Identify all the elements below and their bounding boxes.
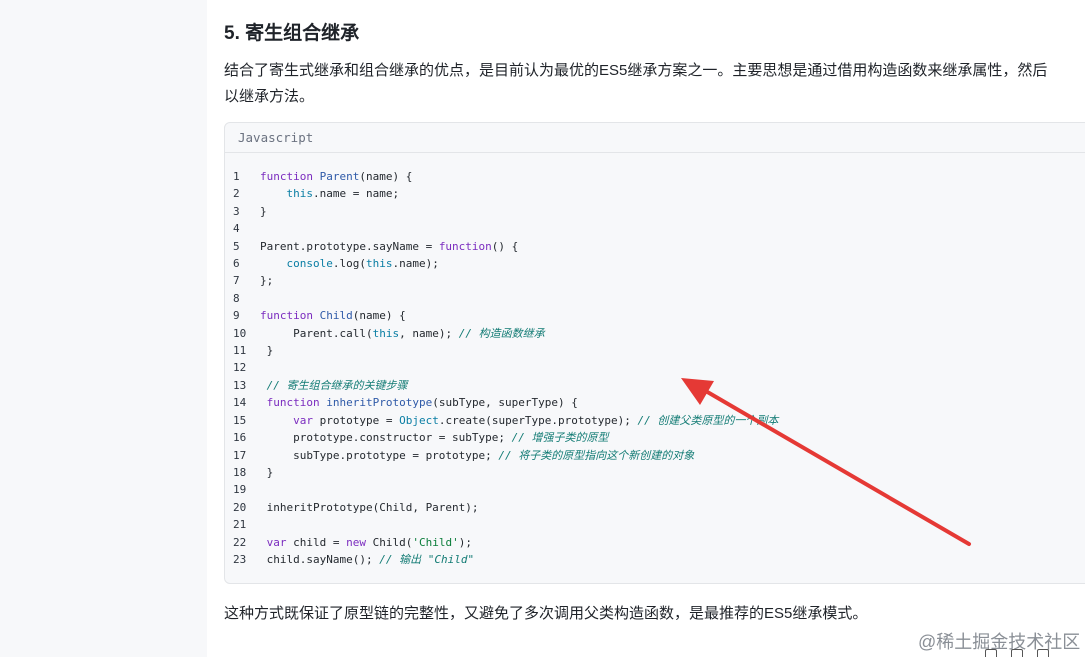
code-line: 13 // 寄生组合继承的关键步骤 xyxy=(225,377,1085,394)
line-number: 11 xyxy=(233,344,247,358)
code-line: 20 inheritPrototype(Child, Parent); xyxy=(225,499,1085,516)
code-text: function inheritPrototype(subType, super… xyxy=(266,396,578,410)
code-line: 4 xyxy=(225,220,1085,237)
toolbar-icon[interactable] xyxy=(985,649,997,657)
code-line: 5 Parent.prototype.sayName = function() { xyxy=(225,238,1085,255)
code-line: 9 function Child(name) { xyxy=(225,307,1085,324)
line-number: 8 xyxy=(233,291,240,305)
line-number: 2 xyxy=(233,187,240,201)
code-line: 18 } xyxy=(225,464,1085,481)
line-number: 16 xyxy=(233,431,247,445)
line-number: 13 xyxy=(233,378,247,392)
toolbar-icon[interactable] xyxy=(1011,649,1023,657)
line-number: 12 xyxy=(233,361,247,375)
code-line: 21 xyxy=(225,516,1085,533)
code-line: 7}; xyxy=(225,272,1085,289)
line-number: 19 xyxy=(233,483,247,497)
code-text: Parent.call(this, name); // 构造函数继承 xyxy=(260,326,545,340)
code-line: 12 xyxy=(225,359,1085,376)
line-number: 5 xyxy=(233,239,240,253)
code-text: Parent.prototype.sayName = function() { xyxy=(260,239,519,253)
line-number: 9 xyxy=(233,309,240,323)
code-line: 19 xyxy=(225,481,1085,498)
line-number: 14 xyxy=(233,396,247,410)
section-heading: 5. 寄生组合继承 xyxy=(224,23,360,44)
conclusion-paragraph: 这种方式既保证了原型链的完整性，又避免了多次调用父类构造函数，是最推荐的ES5继… xyxy=(224,605,868,622)
line-number: 1 xyxy=(233,170,240,183)
code-line: 16 prototype.constructor = subType; // 增… xyxy=(225,429,1085,446)
code-text: // 寄生组合继承的关键步骤 xyxy=(266,378,408,392)
line-number: 22 xyxy=(233,535,247,549)
code-line: 1 function Parent(name) { xyxy=(225,168,1085,185)
code-text: inheritPrototype(Child, Parent); xyxy=(260,500,479,514)
line-number: 23 xyxy=(233,552,247,566)
line-number: 17 xyxy=(233,448,247,462)
code-line: 22 var child = new Child('Child'); xyxy=(225,534,1085,551)
code-text: } xyxy=(260,465,274,479)
code-block: Javascript 1 function Parent(name) { 2 thi… xyxy=(224,122,1085,584)
code-text: subType.prototype = prototype; // 将子类的原型… xyxy=(260,448,695,462)
toolbar-icon[interactable] xyxy=(1037,649,1049,657)
code-line: 11 } xyxy=(225,342,1085,359)
code-text: }; xyxy=(260,274,274,288)
line-number: 15 xyxy=(233,413,247,427)
code-body: 1 function Parent(name) { 2 this.name = na… xyxy=(225,168,1085,568)
line-number: 10 xyxy=(233,326,247,340)
code-text: } xyxy=(260,204,267,218)
intro-line-2: 以继承方法。 xyxy=(224,88,315,105)
code-line: 15 var prototype = Object.create(superTy… xyxy=(225,412,1085,429)
code-text: function Parent(name) { xyxy=(260,170,413,183)
code-text: } xyxy=(260,344,274,358)
line-number: 3 xyxy=(233,204,240,218)
code-line: 8 xyxy=(225,290,1085,307)
line-number: 21 xyxy=(233,518,247,532)
code-text: child.sayName(); // 输出 "Child" xyxy=(260,552,475,566)
line-number: 18 xyxy=(233,465,247,479)
code-line: 3} xyxy=(225,203,1085,220)
bottom-toolbar[interactable] xyxy=(985,648,1085,657)
code-text: function Child(name) { xyxy=(260,309,406,323)
intro-paragraph: 结合了寄生式继承和组合继承的优点，是目前认为最优的ES5继承方案之一。主要思想是… xyxy=(224,58,1085,110)
code-text: var child = new Child('Child'); xyxy=(266,535,472,549)
code-text: this.name = name; xyxy=(286,187,400,201)
code-line: 14 function inheritPrototype(subType, su… xyxy=(225,394,1085,411)
line-number: 20 xyxy=(233,500,247,514)
code-line: 6 console.log(this.name); xyxy=(225,255,1085,272)
code-line: 23 child.sayName(); // 输出 "Child" xyxy=(225,551,1085,568)
code-text: prototype.constructor = subType; // 增强子类… xyxy=(260,431,609,445)
line-number: 7 xyxy=(233,274,240,288)
line-number: 4 xyxy=(233,222,240,236)
left-sidebar xyxy=(0,0,207,657)
code-language-label: Javascript xyxy=(225,123,1085,153)
line-number: 6 xyxy=(233,257,240,271)
code-line: 2 this.name = name; xyxy=(225,185,1085,202)
intro-line-1: 结合了寄生式继承和组合继承的优点，是目前认为最优的ES5继承方案之一。主要思想是… xyxy=(224,62,1048,79)
code-text: var prototype = Object.create(superType.… xyxy=(293,413,779,427)
code-line: 17 subType.prototype = prototype; // 将子类… xyxy=(225,447,1085,464)
article-content: 5. 寄生组合继承 结合了寄生式继承和组合继承的优点，是目前认为最优的ES5继承… xyxy=(224,0,1085,657)
code-text: console.log(this.name); xyxy=(286,257,439,271)
code-line: 10 Parent.call(this, name); // 构造函数继承 xyxy=(225,325,1085,342)
